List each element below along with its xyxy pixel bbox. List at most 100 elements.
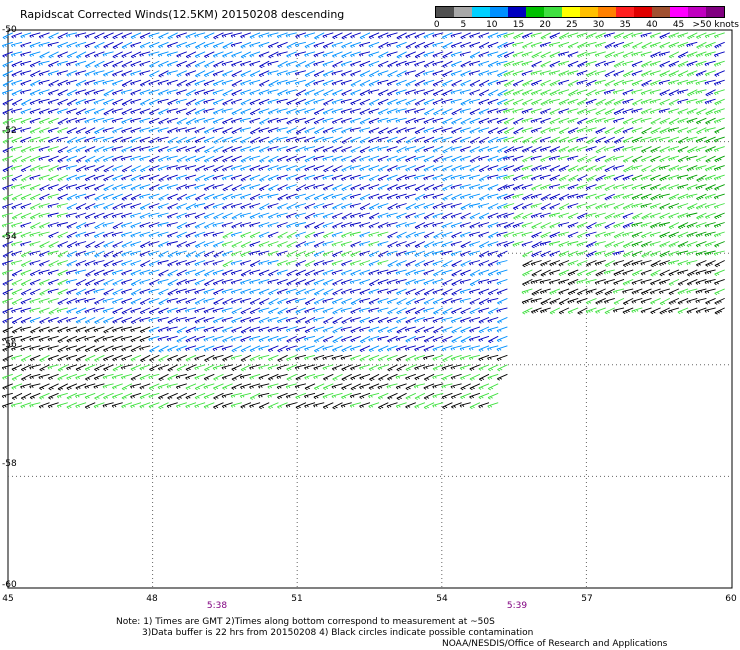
wind-barb xyxy=(204,146,215,154)
wind-barb xyxy=(29,307,41,313)
wind-barb xyxy=(112,250,123,258)
wind-barb xyxy=(295,231,307,238)
wind-barb xyxy=(267,70,279,76)
wind-barb xyxy=(641,250,652,258)
wind-barb xyxy=(558,32,570,40)
wind-barb xyxy=(259,79,270,87)
wind-barb xyxy=(396,297,407,305)
wind-barb xyxy=(632,155,643,163)
wind-barb xyxy=(304,32,316,38)
wind-barb xyxy=(120,373,133,380)
wind-barb xyxy=(294,212,307,218)
wind-barb xyxy=(649,32,661,39)
wind-barb xyxy=(213,402,224,410)
wind-barb xyxy=(277,203,288,210)
wind-barb xyxy=(377,155,389,162)
wind-barb xyxy=(396,392,407,401)
wind-barb xyxy=(313,89,325,96)
wind-barb xyxy=(521,184,533,190)
wind-barb xyxy=(649,89,661,95)
wind-barb xyxy=(469,222,481,229)
wind-barb xyxy=(704,269,716,275)
wind-barb xyxy=(322,354,334,361)
wind-barb xyxy=(286,127,297,134)
wind-barb xyxy=(468,354,481,361)
wind-barb xyxy=(121,60,133,68)
wind-barb xyxy=(395,278,407,285)
wind-barb xyxy=(212,326,224,333)
wind-barb xyxy=(194,278,206,286)
wind-barb xyxy=(295,108,307,115)
wind-barb xyxy=(548,127,561,133)
wind-barb xyxy=(47,354,59,361)
wind-barb xyxy=(359,203,371,211)
wind-barb xyxy=(549,307,561,315)
wind-barb xyxy=(10,260,23,266)
wind-barb xyxy=(631,60,643,68)
wind-barb xyxy=(713,51,725,58)
wind-barb xyxy=(39,278,50,286)
wind-barb xyxy=(304,203,316,210)
wind-barb xyxy=(414,392,426,400)
wind-barb xyxy=(332,146,343,153)
wind-barb xyxy=(121,260,133,267)
wind-barb xyxy=(259,174,270,182)
wind-barb xyxy=(222,326,233,333)
wind-barb xyxy=(540,250,551,258)
wind-barb xyxy=(121,165,133,173)
wind-barb xyxy=(294,383,307,389)
wind-barb xyxy=(687,32,698,40)
wind-barb xyxy=(286,250,297,258)
wind-barb xyxy=(322,241,334,247)
wind-barb xyxy=(423,203,435,210)
wind-barb xyxy=(368,269,380,276)
wind-barb xyxy=(424,108,435,116)
wind-barb xyxy=(158,373,169,381)
wind-barb xyxy=(522,250,533,258)
wind-barb xyxy=(66,364,78,371)
wind-barb xyxy=(512,193,524,199)
wind-barb xyxy=(695,79,707,86)
wind-barb xyxy=(432,174,444,181)
wind-barb xyxy=(130,32,142,40)
wind-barb xyxy=(405,364,416,372)
wind-barb xyxy=(640,260,652,266)
wind-barb xyxy=(102,127,114,133)
wind-barb xyxy=(94,250,105,258)
wind-barb xyxy=(433,155,444,163)
wind-barb xyxy=(423,241,435,249)
wind-barb xyxy=(84,231,96,237)
wind-barb xyxy=(112,184,123,191)
wind-barb xyxy=(84,193,96,200)
wind-barb xyxy=(468,70,481,76)
wind-barb xyxy=(185,354,197,362)
wind-barb xyxy=(149,345,160,353)
wind-barb xyxy=(686,136,698,142)
wind-barb xyxy=(604,184,615,191)
wind-barb xyxy=(659,32,670,40)
wind-barb xyxy=(331,241,343,247)
wind-barb xyxy=(704,222,716,228)
wind-barb xyxy=(405,241,416,248)
wind-barb xyxy=(47,316,59,323)
wind-barb xyxy=(130,79,142,86)
wind-barb xyxy=(414,297,426,305)
wind-barb xyxy=(704,174,716,181)
wind-barb xyxy=(185,345,197,352)
wind-barb xyxy=(540,79,551,87)
wind-barb xyxy=(304,117,316,125)
wind-barb xyxy=(157,51,169,58)
wind-barb xyxy=(48,165,59,172)
wind-barb xyxy=(194,269,206,277)
wind-barb xyxy=(102,373,114,380)
wind-barb xyxy=(66,203,78,210)
wind-barb xyxy=(148,307,160,315)
wind-barb xyxy=(521,288,533,295)
wind-barb xyxy=(38,127,50,134)
wind-barb xyxy=(285,288,297,295)
wind-barb xyxy=(413,108,426,114)
wind-barb xyxy=(404,250,416,256)
wind-barb xyxy=(714,127,725,134)
wind-barb xyxy=(331,269,343,276)
wind-barb xyxy=(350,354,361,361)
